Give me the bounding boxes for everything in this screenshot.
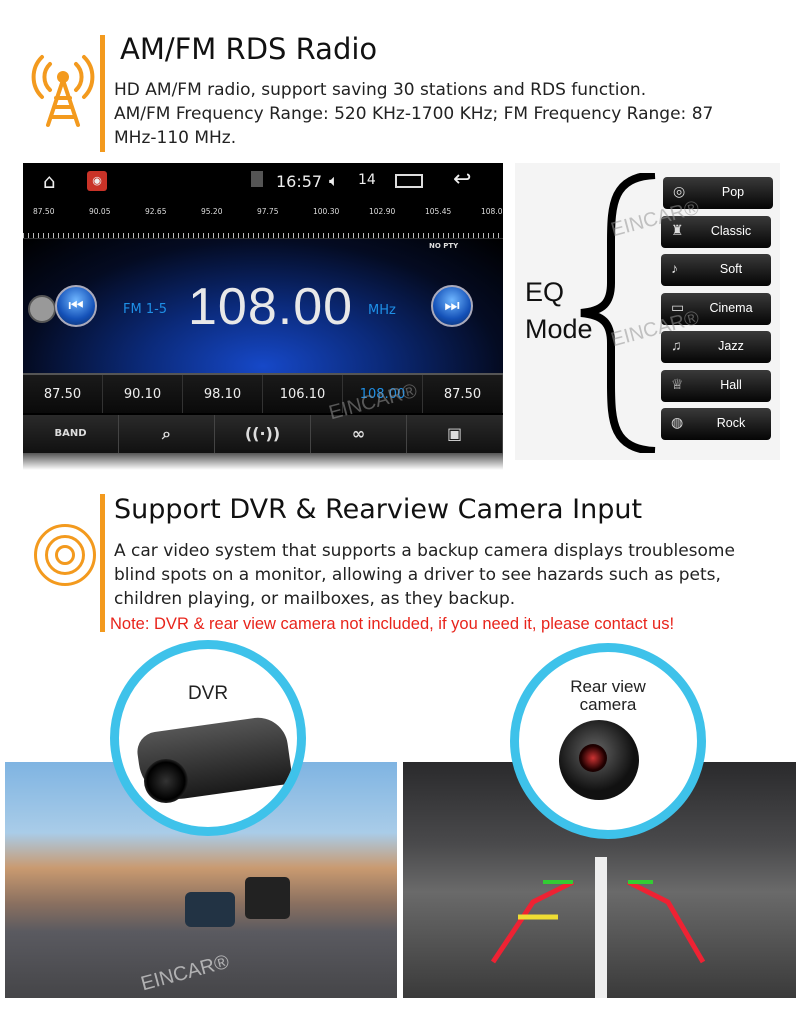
eq-mode-jazz[interactable]: ♫ Jazz (661, 331, 771, 363)
accent-bar (100, 494, 105, 632)
radio-tower-icon (30, 52, 96, 128)
unit-label: MHz (368, 303, 396, 318)
scale-tick-label: 105.45 (425, 207, 452, 216)
scale-tick-label: 87.50 (33, 207, 55, 216)
eq-mode-label: Soft (719, 262, 743, 276)
eq-mode-label: Hall (720, 377, 742, 392)
seek-forward-button[interactable]: ⏭ (431, 285, 473, 327)
preset-button[interactable]: 98.10 (183, 375, 263, 413)
stereo-icon[interactable]: ∞ (311, 415, 407, 453)
section-description: HD AM/FM radio, support saving 30 statio… (114, 80, 714, 148)
hall-icon: ♕ (671, 375, 684, 392)
seek-back-button[interactable]: ⏮ (55, 285, 97, 327)
current-frequency: 108.00 (188, 278, 354, 336)
watermark: EINCAR® (138, 950, 232, 996)
status-bar: ⌂ ◉ 16:57 🔈︎ 14 ↩ (23, 163, 503, 199)
recent-apps-icon[interactable] (395, 174, 423, 188)
preset-button[interactable]: 87.50 (23, 375, 103, 413)
scale-tick-label: 92.65 (145, 207, 167, 216)
pop-icon: ◎ (673, 183, 686, 199)
rear-camera-callout: Rear view camera (510, 643, 706, 839)
frequency-display: ⏮ FM 1-5 108.00 MHz ⏭ (23, 239, 503, 373)
band-button[interactable]: BAND (23, 415, 119, 453)
dvr-callout: DVR (110, 640, 306, 836)
accent-bar (100, 35, 105, 152)
toolbar: BAND ⌕ ((·)) ∞ ▣ (23, 415, 503, 453)
clock: 16:57 (276, 172, 323, 191)
preset-button[interactable]: 87.50 (423, 375, 503, 413)
eq-mode-rock[interactable]: ◍ Rock (661, 408, 771, 440)
scale-tick-label: 95.20 (201, 207, 223, 216)
scale-tick-label: 90.05 (89, 207, 111, 216)
radio-app-icon[interactable]: ◉ (87, 171, 107, 191)
scale-tick-label: 100.30 (313, 207, 340, 216)
volume-icon[interactable]: 🔈︎ (329, 171, 339, 191)
back-icon[interactable]: ↩ (453, 167, 471, 192)
toggle-knob[interactable] (28, 295, 56, 323)
eq-mode-label: Rock (716, 416, 746, 430)
scale-tick-label: 108.00 (481, 207, 503, 216)
reflection (23, 453, 503, 470)
volume-level: 14 (358, 172, 376, 188)
pty-label: NO PTY (429, 242, 459, 250)
dvr-label: DVR (187, 683, 229, 704)
preset-button[interactable]: 90.10 (103, 375, 183, 413)
note-text: Note: DVR & rear view camera not include… (110, 615, 675, 633)
eq-mode-label: Classic (710, 223, 752, 238)
preset-list: 87.50 90.10 98.10 106.10 108.00 87.50 (23, 373, 503, 413)
camera-lens-icon (34, 524, 96, 586)
home-icon[interactable]: ⌂ (43, 169, 56, 193)
scale-tick-label: 97.75 (257, 207, 279, 216)
section-title: Support DVR & Rearview Camera Input (114, 494, 643, 525)
eq-mode-panel: EQ Mode ◎ Pop ♜ Classic ♪ Soft ▭ Cinema ♫ Jazz ♕ Ha… (515, 163, 780, 460)
no-sim-icon (251, 171, 263, 187)
eq-mode-soft[interactable]: ♪ Soft (661, 254, 771, 286)
eq-mode-label: Jazz (718, 339, 744, 353)
save-icon[interactable]: ▣ (407, 415, 503, 453)
eq-mode-label: Pop (721, 185, 745, 199)
radio-screen: ⌂ ◉ 16:57 🔈︎ 14 ↩ 87.50 90.05 92.65 95.20 97… (23, 163, 503, 470)
eq-mode-hall[interactable]: ♕ Hall (661, 369, 771, 402)
scan-icon[interactable]: ⌕ (119, 415, 215, 453)
jazz-icon: ♫ (671, 337, 682, 353)
rds-antenna-icon[interactable]: ((·)) (215, 415, 311, 453)
frequency-scale[interactable]: 87.50 90.05 92.65 95.20 97.75 100.30 102.90 105… (23, 205, 503, 239)
eq-mode-label: Cinema (709, 300, 753, 315)
eq-label: EQ (525, 277, 565, 307)
section-description: A car video system that supports a backu… (114, 541, 735, 609)
section-title: AM/FM RDS Radio (120, 32, 378, 66)
scale-tick-label: 102.90 (369, 207, 396, 216)
band-label: FM 1-5 (123, 302, 168, 317)
soft-icon: ♪ (671, 260, 678, 276)
rear-camera-label: Rear view camera (570, 677, 646, 714)
rock-icon: ◍ (671, 414, 684, 430)
